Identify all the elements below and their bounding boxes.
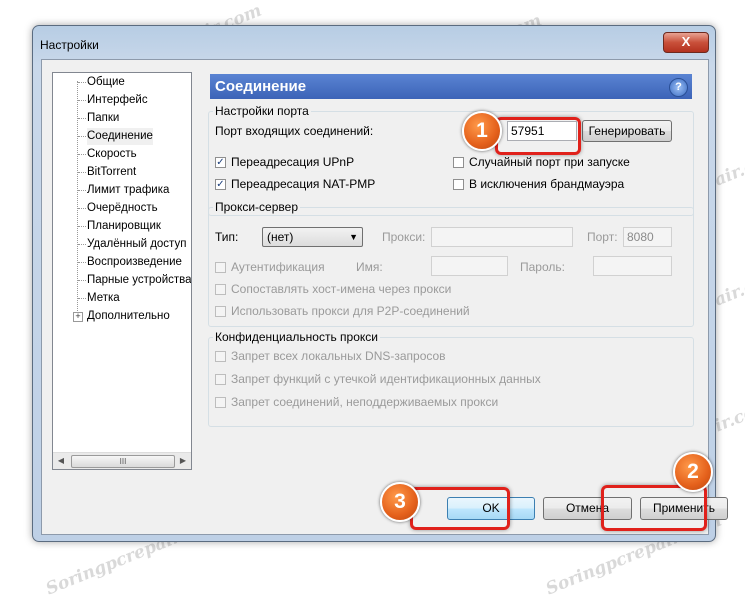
proxy-host-input[interactable] <box>431 227 573 247</box>
highlight-ok-button <box>410 487 510 530</box>
sidebar-item-paired-devices[interactable]: Парные устройства <box>87 272 191 289</box>
scroll-left-icon[interactable]: ◀ <box>53 453 69 469</box>
authentication-label: Аутентификация <box>231 260 325 274</box>
sidebar-item-queue[interactable]: Очерёдность <box>87 200 158 217</box>
sidebar-item-interface[interactable]: Интерфейс <box>87 92 148 109</box>
highlight-port-input <box>495 117 581 155</box>
sidebar-item-scheduler[interactable]: Планировщик <box>87 218 161 235</box>
dns-block-label: Запрет всех локальных DNS-запросов <box>231 349 446 363</box>
step-badge-2: 2 <box>673 452 713 492</box>
tree-connector <box>78 190 86 191</box>
tree-connector <box>78 100 86 101</box>
random-port-label: Случайный порт при запуске <box>469 155 630 169</box>
tree-connector <box>78 280 86 281</box>
sidebar-item-bittorrent[interactable]: BitTorrent <box>87 164 136 181</box>
unsupported-block-checkbox[interactable] <box>215 397 226 408</box>
sidebar-item-advanced[interactable]: Дополнительно <box>87 308 170 325</box>
tree-connector <box>78 118 86 119</box>
scroll-right-icon[interactable]: ▶ <box>175 453 191 469</box>
sidebar-item-playback[interactable]: Воспроизведение <box>87 254 182 271</box>
incoming-port-label: Порт входящих соединений: <box>215 124 374 138</box>
tree-connector <box>78 208 86 209</box>
tree-connector <box>78 82 86 83</box>
leak-block-label: Запрет функций с утечкой идентификационн… <box>231 372 541 386</box>
sidebar-item-speed[interactable]: Скорость <box>87 146 137 163</box>
step-badge-1: 1 <box>462 111 502 151</box>
proxy-port-label: Порт: <box>587 230 618 244</box>
tree-connector <box>78 244 86 245</box>
proxy-port-input[interactable]: 8080 <box>623 227 672 247</box>
panel-title: Соединение <box>215 78 307 95</box>
scroll-thumb[interactable]: III <box>71 455 175 468</box>
proxy-p2p-checkbox[interactable] <box>215 306 226 317</box>
firewall-label: В исключения брандмауэра <box>469 177 625 191</box>
natpmp-label: Переадресация NAT-PMP <box>231 177 376 191</box>
upnp-label: Переадресация UPnP <box>231 155 355 169</box>
proxy-type-value: (нет) <box>267 230 294 244</box>
username-label: Имя: <box>356 260 383 274</box>
resolve-hostnames-label: Сопоставлять хост-имена через прокси <box>231 282 452 296</box>
sidebar-item-general[interactable]: Общие <box>87 74 125 91</box>
password-input[interactable] <box>593 256 672 276</box>
proxy-privacy-legend: Конфиденциальность прокси <box>215 330 378 344</box>
close-button[interactable]: X <box>663 32 709 53</box>
sidebar-item-remote[interactable]: Удалённый доступ <box>87 236 186 253</box>
proxy-server-legend: Прокси-сервер <box>215 200 298 214</box>
dns-block-checkbox[interactable] <box>215 351 226 362</box>
help-icon[interactable]: ? <box>669 78 688 97</box>
proxy-host-label: Прокси: <box>382 230 426 244</box>
tree-connector <box>78 298 86 299</box>
unsupported-block-label: Запрет соединений, неподдерживаемых прок… <box>231 395 499 409</box>
password-label: Пароль: <box>520 260 565 274</box>
port-settings-legend: Настройки порта <box>215 104 309 118</box>
close-icon: X <box>681 34 691 49</box>
proxy-type-select[interactable]: (нет) ▼ <box>262 227 363 247</box>
tree-connector <box>78 262 86 263</box>
random-port-checkbox[interactable] <box>453 157 464 168</box>
expand-icon[interactable]: + <box>73 312 83 322</box>
tree-connector <box>78 136 86 137</box>
window-title: Настройки <box>40 38 99 52</box>
firewall-checkbox[interactable] <box>453 179 464 190</box>
username-input[interactable] <box>431 256 508 276</box>
tree-horizontal-scrollbar[interactable]: ◀ III ▶ <box>53 452 191 469</box>
natpmp-checkbox[interactable]: ✓ <box>215 179 226 190</box>
panel-header: Соединение ? <box>210 74 692 99</box>
tree-connector <box>78 154 86 155</box>
step-badge-3: 3 <box>380 482 420 522</box>
authentication-checkbox[interactable] <box>215 262 226 273</box>
settings-tree: Общие Интерфейс Папки Соединение Скорост… <box>52 72 192 470</box>
sidebar-item-label[interactable]: Метка <box>87 290 120 307</box>
dialog-client: Общие Интерфейс Папки Соединение Скорост… <box>41 59 728 535</box>
sidebar-item-traffic-limit[interactable]: Лимит трафика <box>87 182 169 199</box>
proxy-type-label: Тип: <box>215 230 239 244</box>
chevron-down-icon: ▼ <box>349 232 358 242</box>
tree-connector <box>78 226 86 227</box>
resolve-hostnames-checkbox[interactable] <box>215 284 226 295</box>
proxy-p2p-label: Использовать прокси для P2P-соединений <box>231 304 470 318</box>
sidebar-item-folders[interactable]: Папки <box>87 110 119 127</box>
sidebar-item-connection[interactable]: Соединение <box>87 128 153 145</box>
leak-block-checkbox[interactable] <box>215 374 226 385</box>
upnp-checkbox[interactable]: ✓ <box>215 157 226 168</box>
tree-connector <box>78 172 86 173</box>
settings-window: Настройки X Общие Интерфейс Папки Соедин… <box>32 25 728 542</box>
generate-button[interactable]: Генерировать <box>582 120 672 142</box>
